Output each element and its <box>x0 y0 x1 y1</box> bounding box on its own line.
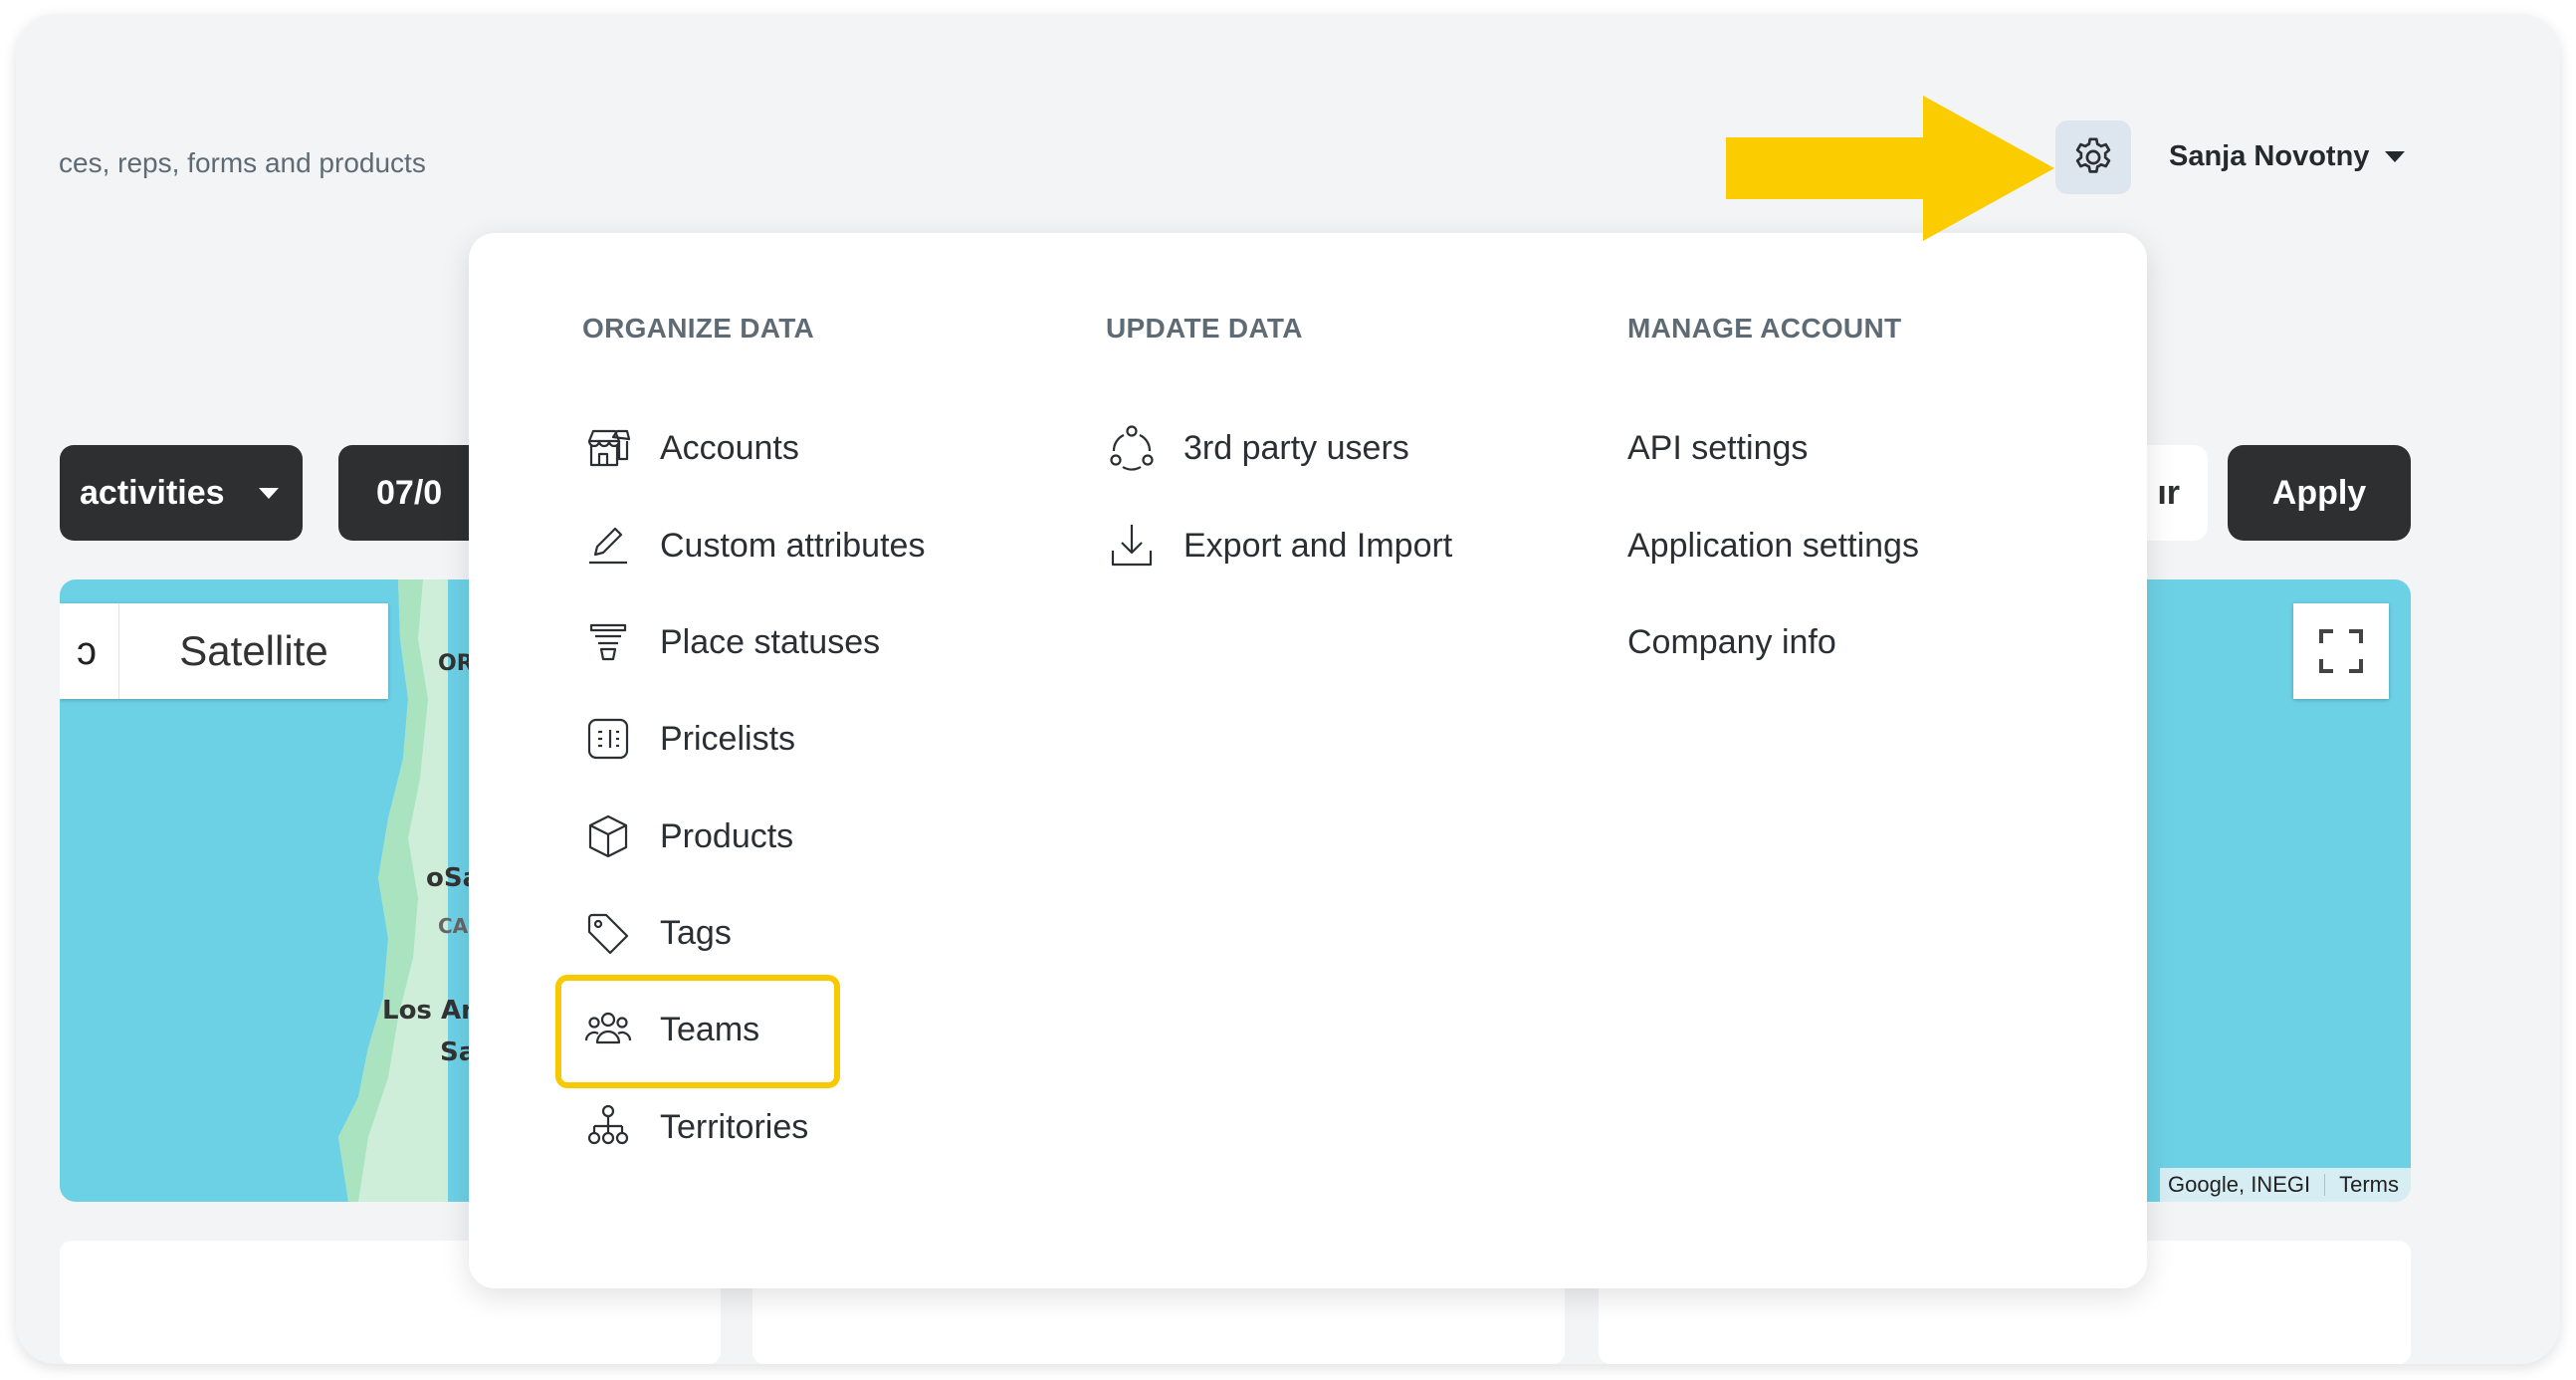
menu-heading-manage-account: MANAGE ACCOUNT <box>1627 313 1902 344</box>
menu-item-label: Export and Import <box>1183 526 1453 565</box>
menu-item-pricelists[interactable]: Pricelists <box>582 709 795 769</box>
menu-item-accounts[interactable]: Accounts <box>582 418 799 478</box>
box-icon <box>582 810 634 862</box>
map-type-satellite-button[interactable]: Satellite <box>119 627 388 675</box>
pricelist-icon <box>582 713 634 765</box>
settings-button[interactable] <box>2055 120 2131 194</box>
map-attribution: Google, INEGI Terms <box>2160 1168 2411 1202</box>
menu-item-label: 3rd party users <box>1183 428 1409 467</box>
menu-item-teams[interactable]: Teams <box>582 1000 759 1059</box>
menu-item-label: Territories <box>660 1107 809 1146</box>
funnel-icon <box>582 616 634 668</box>
menu-item-products[interactable]: Products <box>582 806 793 866</box>
app-window: ces, reps, forms and products Sanja Novo… <box>16 14 2560 1364</box>
date-filter-label: 07/0 <box>376 473 443 512</box>
tag-icon <box>582 907 634 959</box>
map-terms-link[interactable]: Terms <box>2339 1172 2399 1198</box>
user-menu[interactable]: Sanja Novotny <box>2169 140 2406 173</box>
fullscreen-icon <box>2319 629 2363 673</box>
map-attribution-text: Google, INEGI <box>2168 1172 2311 1197</box>
menu-item-tags[interactable]: Tags <box>582 903 732 963</box>
chevron-down-icon <box>2385 151 2406 162</box>
activities-filter-label: activities <box>80 473 225 512</box>
menu-item-territories[interactable]: Territories <box>582 1097 808 1157</box>
menu-item-custom-attributes[interactable]: Custom attributes <box>582 516 925 575</box>
menu-item-label: Company info <box>1627 622 1836 661</box>
menu-heading-organize-data: ORGANIZE DATA <box>582 313 815 344</box>
pencil-icon <box>582 520 634 572</box>
menu-item-label: API settings <box>1627 428 1809 467</box>
activities-filter[interactable]: activities <box>60 445 303 541</box>
menu-item-label: Custom attributes <box>660 526 926 565</box>
settings-dropdown-menu: ORGANIZE DATA Accounts Custom attributes <box>469 233 2147 1288</box>
users-circle-icon <box>1106 422 1158 474</box>
menu-item-label: Accounts <box>660 428 799 467</box>
gear-icon <box>2075 137 2111 173</box>
store-icon <box>582 422 634 474</box>
menu-item-application-settings[interactable]: Application settings <box>1627 516 1919 575</box>
menu-item-label: Pricelists <box>660 719 796 758</box>
menu-item-label: Application settings <box>1627 526 1919 565</box>
page-subtitle: ces, reps, forms and products <box>59 147 426 178</box>
menu-item-label: Tags <box>660 913 732 952</box>
apply-button[interactable]: Apply <box>2228 445 2411 541</box>
team-icon <box>582 1004 634 1055</box>
chevron-down-icon <box>258 487 279 499</box>
menu-item-label: Products <box>660 816 794 855</box>
map-type-control: ɔ Satellite <box>60 603 388 699</box>
menu-item-label: Place statuses <box>660 622 881 661</box>
menu-heading-update-data: UPDATE DATA <box>1106 313 1303 344</box>
annotation-arrow-icon <box>1726 96 2054 241</box>
map-label: Los An <box>382 996 480 1026</box>
map-type-map-button[interactable]: ɔ <box>60 603 119 699</box>
secondary-filter-label: ır <box>2157 473 2180 512</box>
menu-item-3rd-party-users[interactable]: 3rd party users <box>1106 418 1409 478</box>
menu-item-api-settings[interactable]: API settings <box>1627 418 1808 478</box>
menu-item-export-and-import[interactable]: Export and Import <box>1106 516 1452 575</box>
user-name: Sanja Novotny <box>2169 140 2370 172</box>
menu-item-label: Teams <box>660 1010 760 1048</box>
hierarchy-icon <box>582 1101 634 1153</box>
download-icon <box>1106 520 1158 572</box>
fullscreen-button[interactable] <box>2293 603 2389 699</box>
divider <box>2324 1174 2326 1196</box>
menu-item-company-info[interactable]: Company info <box>1627 612 1836 672</box>
map-label: CA <box>438 914 469 938</box>
menu-item-place-statuses[interactable]: Place statuses <box>582 612 880 672</box>
